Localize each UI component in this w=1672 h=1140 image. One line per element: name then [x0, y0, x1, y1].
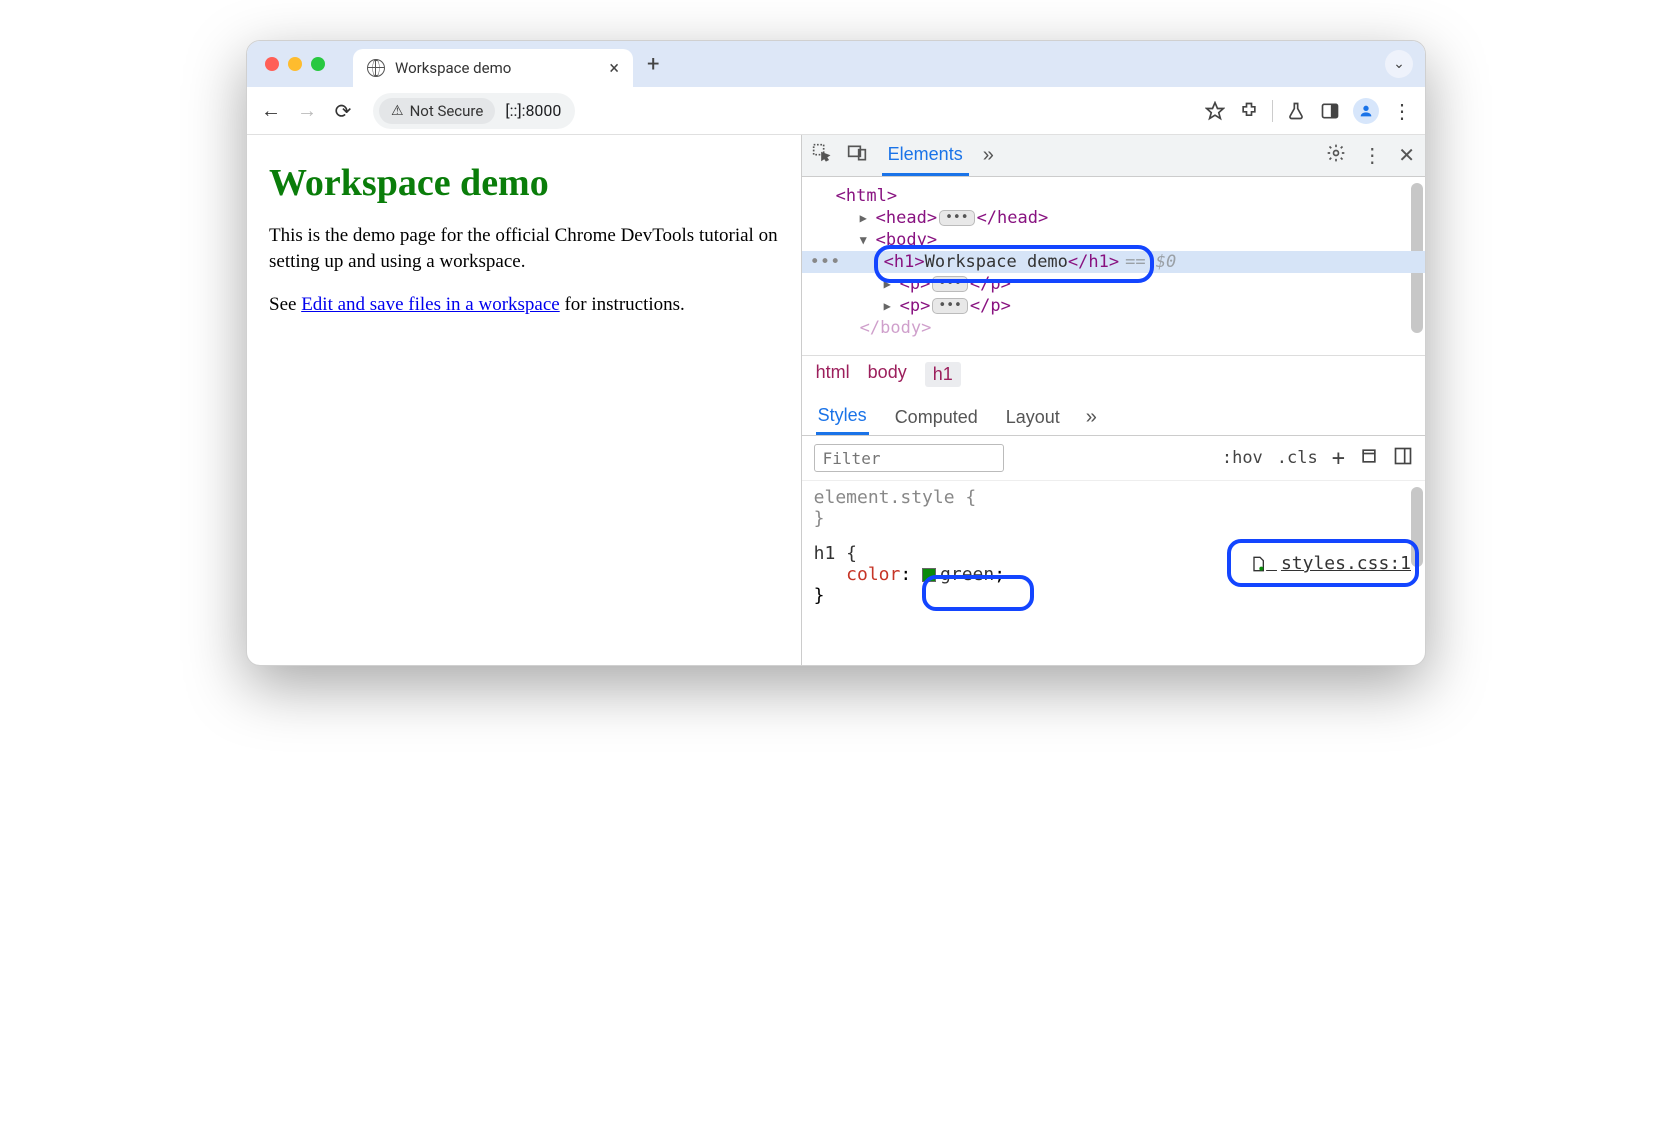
bookmark-star-icon[interactable] — [1204, 100, 1226, 122]
devtools-panel: Elements » ⋮ ✕ <html> ▶ <head> — [801, 135, 1425, 665]
breadcrumb-body[interactable]: body — [868, 362, 907, 387]
extensions-icon[interactable] — [1238, 100, 1260, 122]
browser-window: Workspace demo × + ⌄ ← → ⟳ ⚠ Not Secure … — [246, 40, 1426, 666]
close-tab-icon[interactable]: × — [609, 58, 619, 79]
row-actions-icon[interactable]: ••• — [810, 252, 841, 272]
color-swatch-icon[interactable] — [922, 568, 936, 582]
p2-suffix: for instructions. — [560, 294, 685, 315]
minimize-window-button[interactable] — [288, 57, 302, 71]
close-devtools-icon[interactable]: ✕ — [1398, 143, 1415, 168]
tab-strip: Workspace demo × + ⌄ — [247, 41, 1425, 87]
breadcrumb-h1[interactable]: h1 — [925, 362, 961, 387]
new-style-rule-icon[interactable]: + — [1332, 446, 1345, 471]
dom-node-h1-selected[interactable]: ••• <h1>Workspace demo</h1> == $0 — [802, 251, 1425, 273]
hov-toggle[interactable]: :hov — [1222, 448, 1263, 468]
tab-title: Workspace demo — [395, 59, 511, 77]
page-file-icon — [1250, 553, 1277, 574]
warning-icon: ⚠ — [391, 103, 404, 119]
ellipsis-icon[interactable]: ••• — [939, 210, 974, 226]
browser-tab[interactable]: Workspace demo × — [353, 49, 633, 87]
globe-icon — [367, 59, 385, 77]
security-label: Not Secure — [410, 102, 484, 120]
window-controls — [265, 57, 325, 71]
paint-flash-icon[interactable] — [1359, 446, 1379, 471]
tab-layout[interactable]: Layout — [1004, 401, 1062, 434]
workspace-link[interactable]: Edit and save files in a workspace — [301, 294, 560, 315]
close-window-button[interactable] — [265, 57, 279, 71]
source-link[interactable]: styles.css:1 — [1250, 553, 1411, 574]
tab-elements[interactable]: Elements — [882, 136, 969, 176]
security-chip[interactable]: ⚠ Not Secure — [379, 98, 495, 124]
rules-scrollbar[interactable] — [1411, 487, 1423, 567]
styles-rules[interactable]: element.style { } h1 { color: green; } s… — [802, 481, 1425, 665]
url-text: [::]:8000 — [505, 101, 561, 120]
inspect-element-icon[interactable] — [812, 143, 832, 168]
dom-node-body[interactable]: ▼ <body> — [802, 229, 1425, 251]
new-tab-button[interactable]: + — [647, 52, 659, 77]
cls-toggle[interactable]: .cls — [1277, 448, 1318, 468]
eq-dollar-zero: == $0 — [1125, 252, 1176, 272]
profile-avatar[interactable] — [1353, 98, 1379, 124]
tab-styles[interactable]: Styles — [816, 399, 869, 435]
styles-toolbar: :hov .cls + — [802, 436, 1425, 481]
page-paragraph-2: See Edit and save files in a workspace f… — [269, 292, 779, 318]
back-button[interactable]: ← — [259, 98, 283, 123]
rendered-page: Workspace demo This is the demo page for… — [247, 135, 801, 665]
breadcrumb-html[interactable]: html — [816, 362, 850, 387]
devtools-topbar: Elements » ⋮ ✕ — [802, 135, 1425, 177]
computed-panel-icon[interactable] — [1393, 446, 1413, 471]
page-paragraph-1: This is the demo page for the official C… — [269, 223, 779, 274]
dom-node-p1[interactable]: ▶ <p> ••• </p> — [802, 273, 1425, 295]
p2-prefix: See — [269, 294, 301, 315]
expand-triangle-icon[interactable]: ▶ — [884, 299, 896, 313]
ellipsis-icon[interactable]: ••• — [932, 298, 967, 314]
settings-gear-icon[interactable] — [1326, 143, 1346, 168]
collapse-triangle-icon[interactable]: ▼ — [860, 233, 872, 247]
kebab-menu-icon[interactable]: ⋮ — [1391, 100, 1413, 122]
labs-flask-icon[interactable] — [1285, 100, 1307, 122]
more-styles-tabs-icon[interactable]: » — [1086, 406, 1097, 429]
more-tabs-icon[interactable]: » — [983, 144, 994, 167]
dom-breadcrumb: html body h1 — [802, 355, 1425, 393]
element-style-rule[interactable]: element.style { } — [814, 487, 1413, 529]
dom-tree[interactable]: <html> ▶ <head> ••• </head> ▼ <body> •••… — [802, 177, 1425, 355]
maximize-window-button[interactable] — [311, 57, 325, 71]
filter-input[interactable] — [814, 444, 1004, 472]
tab-list-button[interactable]: ⌄ — [1385, 50, 1413, 78]
side-panel-icon[interactable] — [1319, 100, 1341, 122]
reload-button[interactable]: ⟳ — [331, 99, 355, 123]
content-area: Workspace demo This is the demo page for… — [247, 135, 1425, 665]
page-h1: Workspace demo — [269, 161, 779, 205]
browser-toolbar: ← → ⟳ ⚠ Not Secure [::]:8000 ⋮ — [247, 87, 1425, 135]
styles-tabbar: Styles Computed Layout » — [802, 393, 1425, 436]
tab-computed[interactable]: Computed — [893, 401, 980, 434]
toolbar-separator — [1272, 100, 1273, 122]
forward-button[interactable]: → — [295, 98, 319, 123]
dom-node-head[interactable]: ▶ <head> ••• </head> — [802, 207, 1425, 229]
expand-triangle-icon[interactable]: ▶ — [884, 277, 896, 291]
address-bar[interactable]: ⚠ Not Secure [::]:8000 — [373, 93, 575, 129]
devtools-kebab-icon[interactable]: ⋮ — [1362, 143, 1382, 168]
expand-triangle-icon[interactable]: ▶ — [860, 211, 872, 225]
dom-node-html[interactable]: <html> — [802, 185, 1425, 207]
device-toolbar-icon[interactable] — [846, 143, 868, 168]
dom-node-p2[interactable]: ▶ <p> ••• </p> — [802, 295, 1425, 317]
ellipsis-icon[interactable]: ••• — [932, 276, 967, 292]
dom-node-body-close[interactable]: </body> — [802, 317, 1425, 339]
